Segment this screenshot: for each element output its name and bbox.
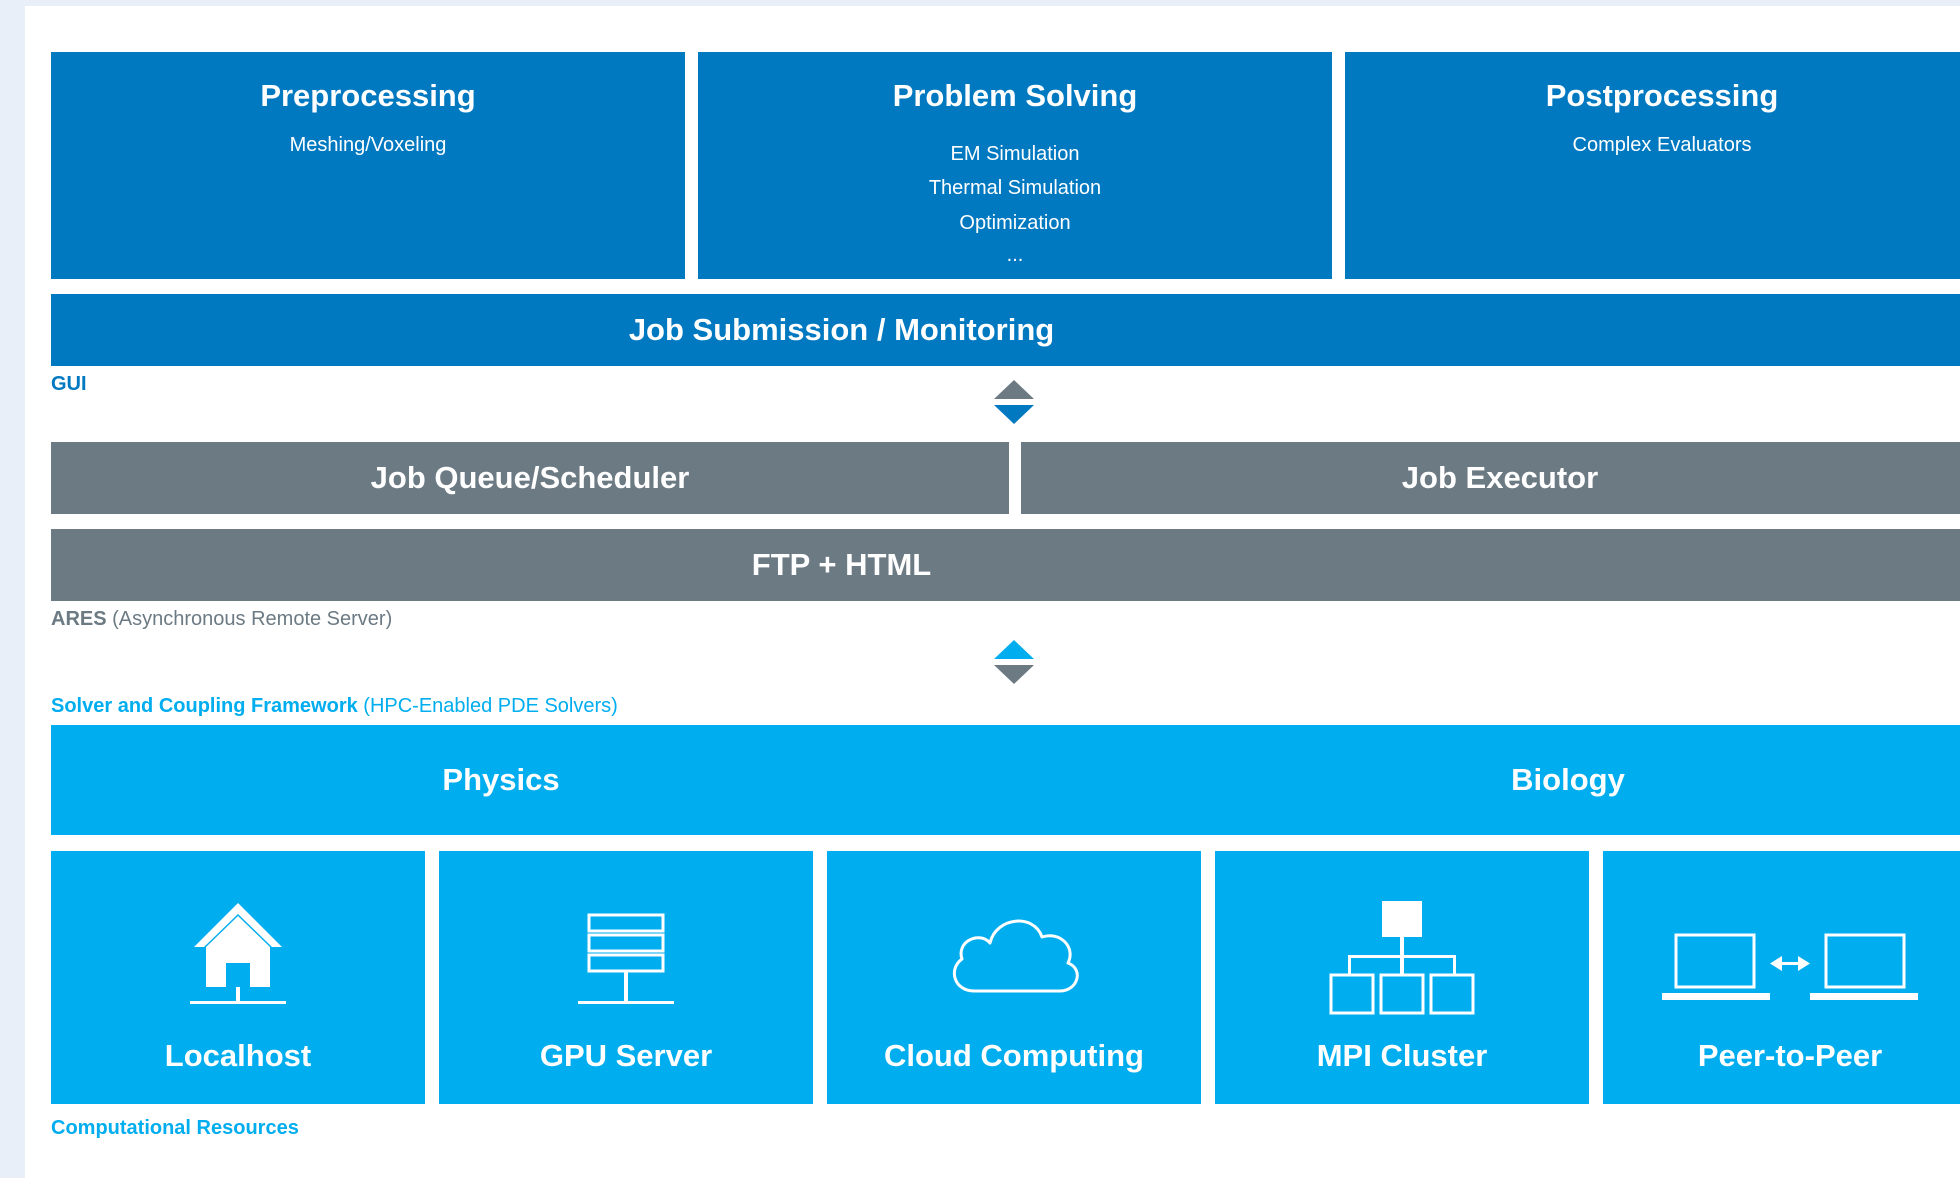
ftp-html-title: FTP + HTML xyxy=(751,547,932,582)
server-icon xyxy=(578,913,674,1004)
solver-label-bold: Solver and Coupling Framework xyxy=(51,695,358,717)
biology-label: Biology xyxy=(1511,762,1625,797)
resource-name: GPU Server xyxy=(539,1038,713,1073)
module-item: Meshing/Voxeling xyxy=(289,134,447,156)
ares-label-rest: (Asynchronous Remote Server) xyxy=(112,608,393,630)
bidirectional-arrow-icon xyxy=(994,380,1034,424)
gui-label: GUI xyxy=(51,373,87,395)
house-icon xyxy=(190,903,286,1004)
laptops-icon xyxy=(1662,933,1918,1000)
module-problem-solving: Problem Solving EM Simulation Thermal Si… xyxy=(698,52,1332,279)
job-executor: Job Executor xyxy=(1021,442,1960,514)
resource-mpi-cluster: MPI Cluster xyxy=(1215,851,1589,1104)
module-postprocessing: Postprocessing Complex Evaluators xyxy=(1345,52,1960,279)
module-title: Problem Solving xyxy=(892,78,1138,113)
job-submission-bar: Job Submission / Monitoring xyxy=(51,294,1960,366)
physics-label: Physics xyxy=(442,762,560,797)
resource-name: Peer-to-Peer xyxy=(1697,1038,1883,1073)
resource-gpu-server: GPU Server xyxy=(439,851,813,1104)
job-executor-title: Job Executor xyxy=(1401,460,1599,495)
resource-peer-to-peer: Peer-to-Peer xyxy=(1603,851,1960,1104)
job-submission-title: Job Submission / Monitoring xyxy=(628,312,1055,347)
resource-name: MPI Cluster xyxy=(1316,1038,1488,1073)
job-queue-scheduler: Job Queue/Scheduler xyxy=(51,442,1009,514)
resource-cloud-computing: Cloud Computing xyxy=(827,851,1201,1104)
network-icon xyxy=(1329,901,1475,1015)
module-preprocessing: Preprocessing Meshing/Voxeling xyxy=(51,52,685,279)
bidirectional-arrow-icon xyxy=(994,640,1034,684)
module-item: EM Simulation xyxy=(950,143,1080,165)
ftp-html-bar: FTP + HTML xyxy=(51,529,1960,601)
ares-label-bold: ARES xyxy=(51,608,107,630)
solver-bar: Physics Biology xyxy=(51,725,1960,835)
resource-name: Localhost xyxy=(164,1038,312,1073)
module-title: Preprocessing xyxy=(260,78,476,113)
ares-label: ARES (Asynchronous Remote Server) xyxy=(51,608,392,631)
module-item: Thermal Simulation xyxy=(928,177,1102,199)
module-item: Complex Evaluators xyxy=(1572,134,1752,156)
resource-localhost: Localhost xyxy=(51,851,425,1104)
solver-label-rest: (HPC-Enabled PDE Solvers) xyxy=(363,695,618,717)
architecture-diagram: Preprocessing Meshing/Voxeling Problem S… xyxy=(25,6,1960,1178)
resources-label: Computational Resources xyxy=(51,1117,299,1139)
module-item: Optimization xyxy=(959,212,1071,234)
module-title: Postprocessing xyxy=(1545,78,1779,113)
cloud-icon xyxy=(952,919,1079,993)
module-item: ... xyxy=(1006,244,1024,266)
job-queue-title: Job Queue/Scheduler xyxy=(370,460,690,495)
resource-name: Cloud Computing xyxy=(884,1038,1144,1073)
solver-label: Solver and Coupling Framework (HPC-Enabl… xyxy=(51,695,618,718)
